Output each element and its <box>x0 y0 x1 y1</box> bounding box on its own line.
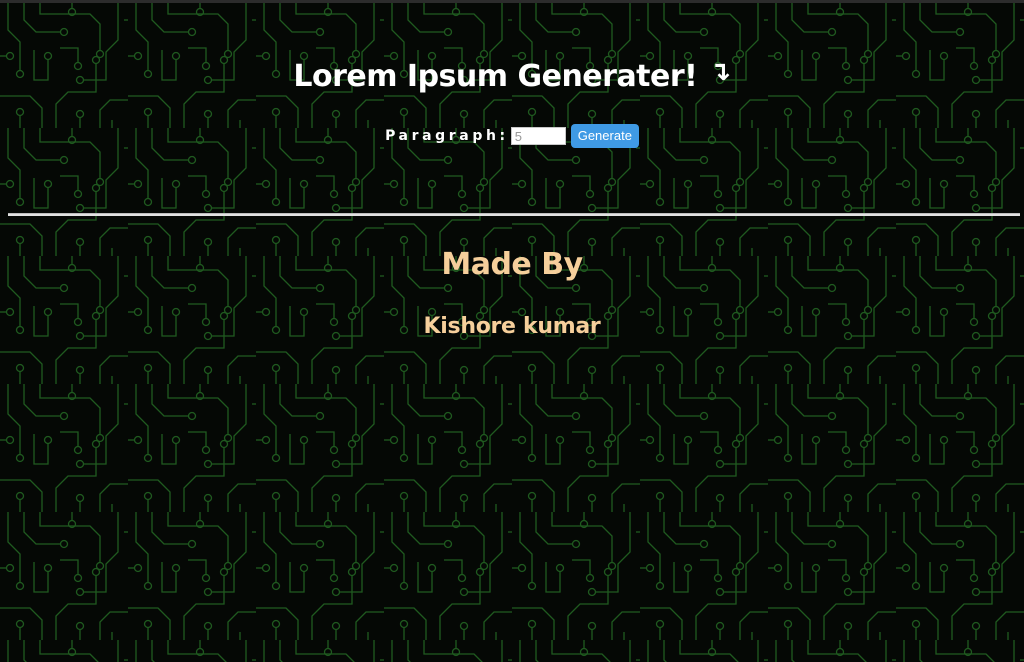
horizontal-divider <box>8 213 1020 216</box>
curved-arrow-icon: ↴ <box>709 57 731 87</box>
made-by-heading: Made By <box>441 247 583 282</box>
page-title-text: Lorem Ipsum Generater! <box>293 59 698 94</box>
page-title: Lorem Ipsum Generater! ↴ <box>0 55 1024 100</box>
author-name: Kishore kumar <box>423 314 601 339</box>
page-content: Lorem Ipsum Generater! ↴ Paragraph: Gener… <box>0 0 1024 662</box>
paragraph-count-input[interactable] <box>510 127 566 145</box>
paragraph-label: Paragraph: <box>385 128 509 144</box>
generator-form: Paragraph: Generate <box>0 123 1024 149</box>
generate-button[interactable]: Generate <box>570 124 639 148</box>
